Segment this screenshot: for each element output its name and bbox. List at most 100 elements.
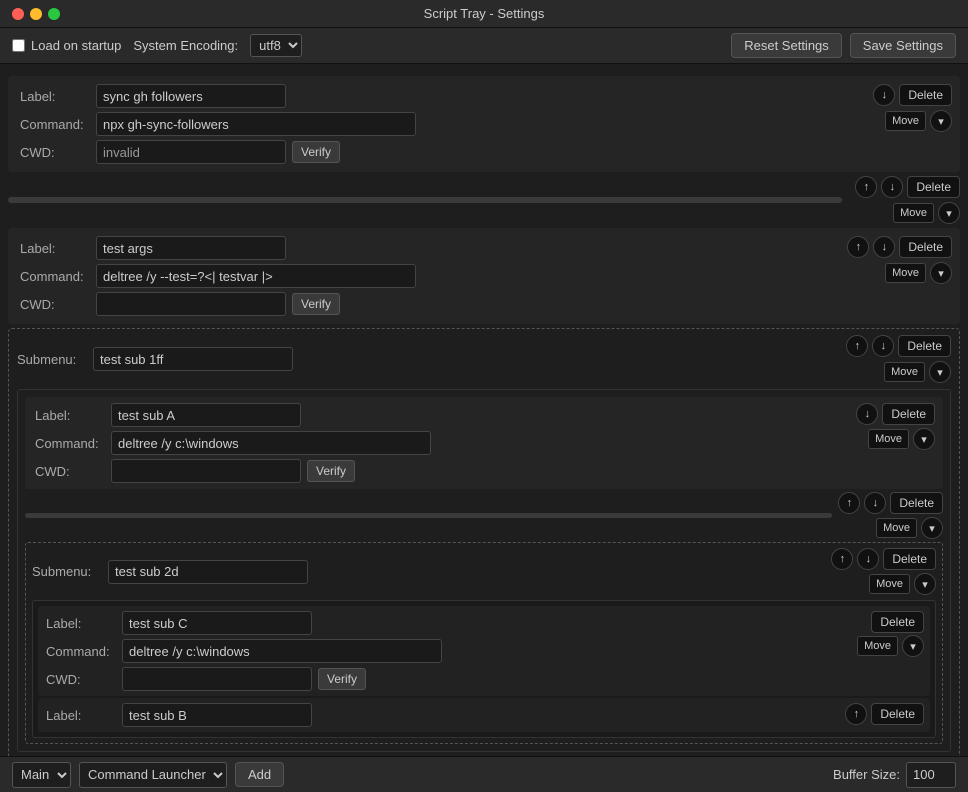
window-title: Script Tray - Settings [424, 6, 545, 21]
deep-cmd-input-c[interactable] [122, 639, 442, 663]
deep-cwd-text-c: CWD: [46, 672, 116, 687]
nested-sep-up[interactable]: ↑ [838, 492, 860, 514]
buffer-input[interactable] [906, 762, 956, 788]
separator-1: ↑ ↓ Delete Move ▾ [8, 176, 960, 224]
deep-chevron-c[interactable]: ▾ [902, 635, 924, 657]
submenu-body: Label: Command: CWD: Verify [17, 389, 951, 752]
sub-chevron-btn[interactable]: ▾ [929, 361, 951, 383]
nested-sep-down[interactable]: ↓ [864, 492, 886, 514]
command-row: Command: [20, 112, 834, 136]
label-input-2[interactable] [96, 236, 286, 260]
move-down-button[interactable]: ↓ [873, 84, 895, 106]
deep-label-input-b[interactable] [122, 703, 312, 727]
verify-button[interactable]: Verify [292, 141, 340, 163]
nested-sub-header-fields: Submenu: [32, 560, 825, 584]
entry-fields: Label: Command: CWD: Verify [20, 84, 834, 164]
main-select[interactable]: Main [12, 762, 71, 788]
sub-delete-btn[interactable]: Delete [898, 335, 951, 357]
sep-move-button[interactable]: Move [893, 203, 934, 223]
toolbar-left: Load on startup System Encoding: utf8 [12, 34, 719, 57]
chevron-button[interactable]: ▾ [930, 110, 952, 132]
maximize-button[interactable] [48, 8, 60, 20]
nested-cmd-input-a[interactable] [111, 431, 431, 455]
command-text: Command: [20, 117, 90, 132]
load-on-startup-text: Load on startup [31, 38, 121, 53]
command-input[interactable] [96, 112, 416, 136]
delete-button-2[interactable]: Delete [899, 236, 952, 258]
sub-move-btn[interactable]: Move [884, 362, 925, 382]
deep-up-b[interactable]: ↑ [845, 703, 867, 725]
command-input-2[interactable] [96, 264, 416, 288]
bottom-bar: Main Command Launcher Add Buffer Size: [0, 756, 968, 792]
nested-move-a[interactable]: Move [868, 429, 909, 449]
nested-sub-move-2d[interactable]: Move [869, 574, 910, 594]
submenu-input[interactable] [93, 347, 293, 371]
entry-controls: ↓ Delete Move ▾ [842, 84, 952, 132]
sep-chevron-button[interactable]: ▾ [938, 202, 960, 224]
launcher-select[interactable]: Command Launcher [79, 762, 227, 788]
nested-label-input-a[interactable] [111, 403, 301, 427]
nested-chevron-a[interactable]: ▾ [913, 428, 935, 450]
nested-cwd-input-a[interactable] [111, 459, 301, 483]
entry-fields-2: Label: Command: CWD: Verify [20, 236, 834, 316]
toolbar-right: Reset Settings Save Settings [731, 33, 956, 58]
ctrl-bottom-row: Move ▾ [885, 110, 952, 132]
separator-line [8, 197, 842, 203]
main-content: Label: Command: CWD: Verify ↓ Delete [0, 64, 968, 756]
load-on-startup-checkbox[interactable] [12, 39, 25, 52]
load-on-startup-label[interactable]: Load on startup [12, 38, 121, 53]
sep-delete-button[interactable]: Delete [907, 176, 960, 198]
save-settings-button[interactable]: Save Settings [850, 33, 956, 58]
label-input[interactable] [96, 84, 286, 108]
deep-label-input-c[interactable] [122, 611, 312, 635]
cwd-input[interactable] [96, 140, 286, 164]
nested-sub-controls-2d: ↑ ↓ Delete Move ▾ [831, 548, 936, 595]
nested-entry-sub-a: Label: Command: CWD: Verify [25, 397, 943, 489]
nested-sep-controls: ↑ ↓ Delete Move ▾ [838, 492, 943, 539]
scroll-area[interactable]: Label: Command: CWD: Verify ↓ Delete [0, 64, 968, 756]
deep-entry-c: Label: Command: CWD: [38, 606, 930, 696]
nested-down-a[interactable]: ↓ [856, 403, 878, 425]
toolbar: Load on startup System Encoding: utf8 Re… [0, 28, 968, 64]
nested-sub-delete-2d[interactable]: Delete [883, 548, 936, 570]
nested-sub-chevron-2d[interactable]: ▾ [914, 573, 936, 595]
nested-sub-down-2d[interactable]: ↓ [857, 548, 879, 570]
deep-move-c[interactable]: Move [857, 636, 898, 656]
up-button-2[interactable]: ↑ [847, 236, 869, 258]
sep-down-button[interactable]: ↓ [881, 176, 903, 198]
nested-submenu-header-2d: Submenu: ↑ ↓ Delete Move ▾ [32, 548, 936, 595]
reset-settings-button[interactable]: Reset Settings [731, 33, 842, 58]
delete-button[interactable]: Delete [899, 84, 952, 106]
deep-delete-b[interactable]: Delete [871, 703, 924, 725]
deep-label-text-c: Label: [46, 616, 116, 631]
deep-delete-c[interactable]: Delete [871, 611, 924, 633]
encoding-label: System Encoding: [133, 38, 238, 53]
sub-up-btn[interactable]: ↑ [846, 335, 868, 357]
chevron-button-2[interactable]: ▾ [930, 262, 952, 284]
sep-up-button[interactable]: ↑ [855, 176, 877, 198]
nested-delete-a[interactable]: Delete [882, 403, 935, 425]
title-bar: Script Tray - Settings [0, 0, 968, 28]
sub-down-btn[interactable]: ↓ [872, 335, 894, 357]
submenu-controls: ↑ ↓ Delete Move ▾ [846, 335, 951, 383]
add-button[interactable]: Add [235, 762, 284, 787]
deep-verify-c[interactable]: Verify [318, 668, 366, 690]
move-button[interactable]: Move [885, 111, 926, 131]
deep-entry-b: Label: ↑ Delete [38, 698, 930, 732]
close-button[interactable] [12, 8, 24, 20]
title-bar-buttons[interactable] [12, 8, 60, 20]
nested-sep-chevron[interactable]: ▾ [921, 517, 943, 539]
nested-sep-move[interactable]: Move [876, 518, 917, 538]
nested-sep-delete[interactable]: Delete [890, 492, 943, 514]
nested-controls-a: ↓ Delete Move ▾ [845, 403, 935, 450]
encoding-select[interactable]: utf8 [250, 34, 302, 57]
verify-button-2[interactable]: Verify [292, 293, 340, 315]
cwd-input-2[interactable] [96, 292, 286, 316]
down-button-2[interactable]: ↓ [873, 236, 895, 258]
deep-cwd-input-c[interactable] [122, 667, 312, 691]
nested-verify-a[interactable]: Verify [307, 460, 355, 482]
nested-submenu-input-2d[interactable] [108, 560, 308, 584]
minimize-button[interactable] [30, 8, 42, 20]
nested-sub-up-2d[interactable]: ↑ [831, 548, 853, 570]
move-button-2[interactable]: Move [885, 263, 926, 283]
